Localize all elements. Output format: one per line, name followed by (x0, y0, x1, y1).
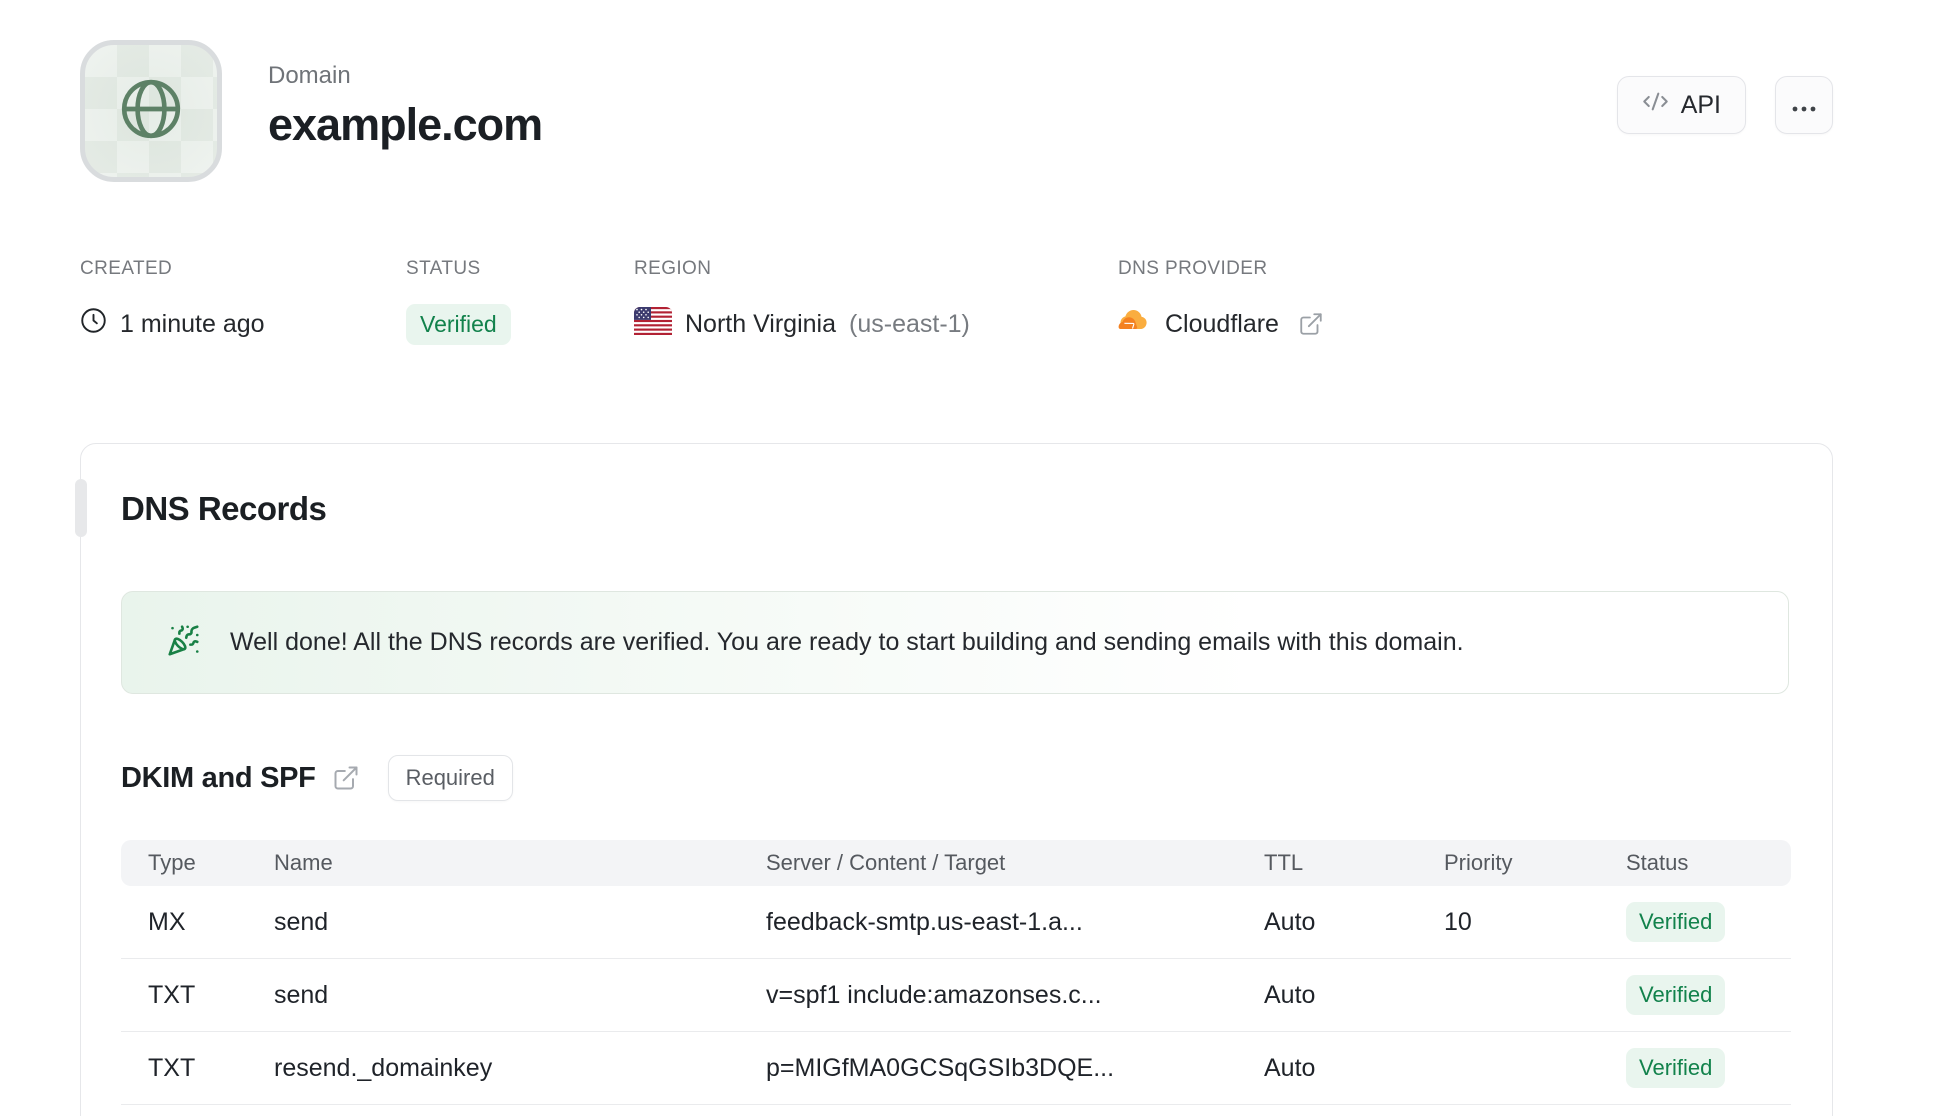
record-priority: 10 (1444, 907, 1472, 936)
region-value: North Virginia (685, 309, 837, 338)
table-header: Type Name Server / Content / Target TTL … (121, 840, 1791, 886)
record-ttl: Auto (1264, 1053, 1316, 1082)
meta-created: CREATED 1 minute ago (80, 258, 406, 345)
region-label: REGION (634, 258, 712, 279)
record-type: MX (148, 907, 186, 936)
record-status-badge: Verified (1626, 902, 1726, 942)
code-icon (1642, 88, 1669, 122)
cloudflare-icon (1118, 308, 1152, 341)
col-header-content: Server / Content / Target (766, 850, 1006, 875)
status-badge: Verified (406, 303, 511, 345)
record-ttl: Auto (1264, 980, 1316, 1009)
col-header-name: Name (274, 850, 333, 875)
col-header-ttl: TTL (1264, 850, 1304, 875)
success-banner: Well done! All the DNS records are verif… (121, 591, 1789, 694)
created-label: CREATED (80, 258, 173, 279)
dns-provider-value: Cloudflare (1165, 309, 1279, 338)
record-type: TXT (148, 1053, 196, 1082)
col-header-type: Type (148, 850, 196, 875)
dkim-spf-title: DKIM and SPF (121, 761, 316, 794)
record-content: feedback-smtp.us-east-1.a... (766, 907, 1083, 936)
title-block: Domain example.com (268, 40, 543, 151)
external-link-icon[interactable] (1298, 311, 1324, 337)
success-banner-text: Well done! All the DNS records are verif… (230, 628, 1464, 656)
dns-records-card: DNS Records Well done! All the DNS recor… (75, 443, 1833, 1116)
dns-provider-label: DNS PROVIDER (1118, 258, 1268, 279)
domain-kicker: Domain (268, 62, 351, 89)
col-header-status: Status (1626, 850, 1689, 875)
table-row: TXT resend._domainkey p=MIGfMA0GCSqGSIb3… (121, 1032, 1791, 1105)
dns-records-table: Type Name Server / Content / Target TTL … (121, 840, 1791, 1105)
created-value: 1 minute ago (120, 309, 265, 338)
required-badge: Required (387, 755, 513, 801)
ellipsis-icon (1791, 91, 1817, 120)
header-actions: API (1616, 76, 1833, 134)
scrollbar-thumb[interactable] (75, 479, 87, 537)
record-name: send (274, 980, 329, 1009)
status-label: STATUS (406, 258, 481, 279)
us-flag-icon (634, 306, 672, 342)
meta-region: REGION North Virginia (us-east-1) (634, 258, 1118, 345)
record-status-badge: Verified (1626, 1048, 1726, 1088)
table-row: TXT send v=spf1 include:amazonses.c... A… (121, 959, 1791, 1032)
region-code: (us-east-1) (849, 309, 970, 338)
clock-icon (80, 307, 107, 341)
page: Domain example.com API CREATED 1 minute … (75, 0, 1833, 1116)
domain-avatar (80, 40, 222, 182)
dns-records-title: DNS Records (121, 490, 327, 527)
record-content: v=spf1 include:amazonses.c... (766, 980, 1102, 1009)
record-type: TXT (148, 980, 196, 1009)
meta-status: STATUS Verified (406, 258, 634, 345)
dkim-spf-section-head: DKIM and SPF Required (121, 755, 1789, 801)
table-row: MX send feedback-smtp.us-east-1.a... Aut… (121, 886, 1791, 959)
api-button-label: API (1680, 90, 1721, 119)
page-title: example.com (268, 99, 543, 150)
record-name: send (274, 907, 329, 936)
party-popper-icon (167, 624, 200, 662)
domain-header: Domain example.com API (80, 40, 1833, 182)
more-button[interactable] (1775, 76, 1833, 134)
external-link-icon[interactable] (332, 764, 360, 792)
globe-icon (118, 76, 184, 147)
api-button[interactable]: API (1616, 76, 1746, 134)
col-header-priority: Priority (1444, 850, 1513, 875)
record-status-badge: Verified (1626, 975, 1726, 1015)
meta-dns-provider: DNS PROVIDER Cloudflare (1118, 258, 1324, 345)
record-ttl: Auto (1264, 907, 1316, 936)
meta-row: CREATED 1 minute ago STATUS Verified REG… (80, 258, 1833, 345)
record-name: resend._domainkey (274, 1053, 493, 1082)
record-content: p=MIGfMA0GCSqGSIb3DQE... (766, 1053, 1115, 1082)
